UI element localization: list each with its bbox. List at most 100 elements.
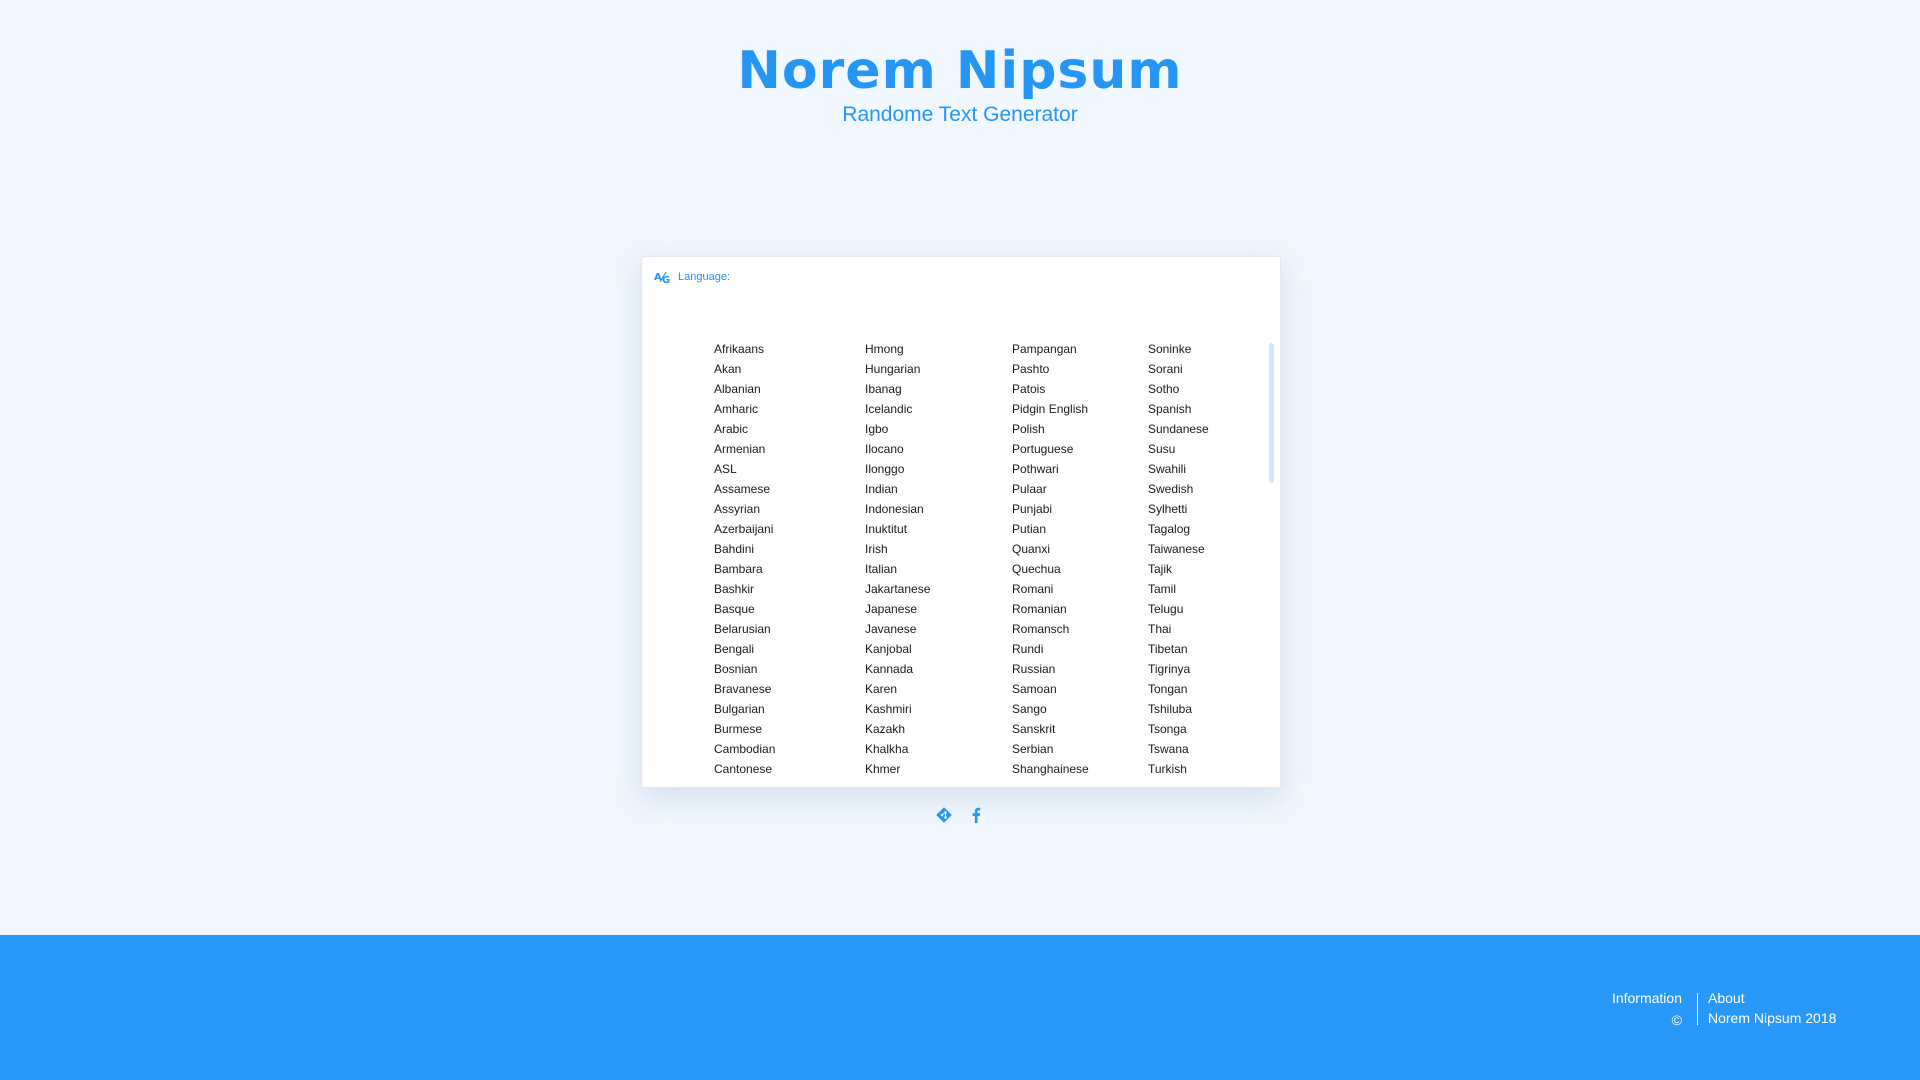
site-subtitle: Randome Text Generator xyxy=(842,103,1078,126)
language-option[interactable]: Italian xyxy=(865,559,930,579)
footer-left: Information © xyxy=(1612,988,1682,1030)
language-option[interactable]: Swahili xyxy=(1148,459,1209,479)
language-option[interactable]: Albanian xyxy=(714,379,775,399)
language-option[interactable]: Afrikaans xyxy=(714,339,775,359)
language-option[interactable]: Sundanese xyxy=(1148,419,1209,439)
language-option[interactable]: Cantonese xyxy=(714,759,775,779)
language-option[interactable]: Kannada xyxy=(865,659,930,679)
language-option[interactable]: Tajik xyxy=(1148,559,1209,579)
scrollbar-thumb[interactable] xyxy=(1269,343,1274,483)
language-column-4: Soninke Sorani Sotho Spanish Sundanese Susu Sw… xyxy=(1148,339,1209,779)
language-option[interactable]: Azerbaijani xyxy=(714,519,775,539)
language-option[interactable]: Bravanese xyxy=(714,679,775,699)
about-link[interactable]: About xyxy=(1708,988,1836,1008)
language-option[interactable]: Ilonggo xyxy=(865,459,930,479)
language-option[interactable]: Pashto xyxy=(1012,359,1089,379)
language-option[interactable]: Khmer xyxy=(865,759,930,779)
language-option[interactable]: Romanian xyxy=(1012,599,1089,619)
language-option[interactable]: Shanghainese xyxy=(1012,759,1089,779)
language-option[interactable]: Belarusian xyxy=(714,619,775,639)
translate-icon: A G xyxy=(654,270,672,286)
language-option[interactable]: Hmong xyxy=(865,339,930,359)
language-option[interactable]: Tongan xyxy=(1148,679,1209,699)
language-option[interactable]: Susu xyxy=(1148,439,1209,459)
language-option[interactable]: Inuktitut xyxy=(865,519,930,539)
language-option[interactable]: Tigrinya xyxy=(1148,659,1209,679)
language-option[interactable]: Ilocano xyxy=(865,439,930,459)
language-option[interactable]: Turkish xyxy=(1148,759,1209,779)
language-option[interactable]: Cambodian xyxy=(714,739,775,759)
language-option[interactable]: Bulgarian xyxy=(714,699,775,719)
language-option[interactable]: Khalkha xyxy=(865,739,930,759)
language-option[interactable]: Hungarian xyxy=(865,359,930,379)
language-option[interactable]: Quanxi xyxy=(1012,539,1089,559)
language-option[interactable]: Portuguese xyxy=(1012,439,1089,459)
language-option[interactable]: ASL xyxy=(714,459,775,479)
language-option[interactable]: Polish xyxy=(1012,419,1089,439)
language-option[interactable]: Assyrian xyxy=(714,499,775,519)
language-option[interactable]: Javanese xyxy=(865,619,930,639)
language-list[interactable]: Afrikaans Akan Albanian Amharic Arabic Armeni… xyxy=(714,339,1254,787)
language-option[interactable]: Sotho xyxy=(1148,379,1209,399)
language-option[interactable]: Pampangan xyxy=(1012,339,1089,359)
language-option[interactable]: Pothwari xyxy=(1012,459,1089,479)
language-option[interactable]: Igbo xyxy=(865,419,930,439)
language-option[interactable]: Swedish xyxy=(1148,479,1209,499)
language-option[interactable]: Burmese xyxy=(714,719,775,739)
language-option[interactable]: Bahdini xyxy=(714,539,775,559)
language-option[interactable]: Serbian xyxy=(1012,739,1089,759)
copyright-icon: © xyxy=(1671,1012,1682,1028)
language-option[interactable]: Tagalog xyxy=(1148,519,1209,539)
language-option[interactable]: Kashmiri xyxy=(865,699,930,719)
language-option[interactable]: Taiwanese xyxy=(1148,539,1209,559)
language-option[interactable]: Russian xyxy=(1012,659,1089,679)
language-option[interactable]: Pidgin English xyxy=(1012,399,1089,419)
language-option[interactable]: Indonesian xyxy=(865,499,930,519)
language-option[interactable]: Rundi xyxy=(1012,639,1089,659)
language-option[interactable]: Indian xyxy=(865,479,930,499)
language-option[interactable]: Arabic xyxy=(714,419,775,439)
language-option[interactable]: Tamil xyxy=(1148,579,1209,599)
language-option[interactable]: Putian xyxy=(1012,519,1089,539)
language-option[interactable]: Bashkir xyxy=(714,579,775,599)
language-option[interactable]: Bosnian xyxy=(714,659,775,679)
language-option[interactable]: Bambara xyxy=(714,559,775,579)
language-option[interactable]: Thai xyxy=(1148,619,1209,639)
language-option[interactable]: Sanskrit xyxy=(1012,719,1089,739)
language-option[interactable]: Tswana xyxy=(1148,739,1209,759)
language-option[interactable]: Sango xyxy=(1012,699,1089,719)
language-option[interactable]: Sylhetti xyxy=(1148,499,1209,519)
language-option[interactable]: Tibetan xyxy=(1148,639,1209,659)
site-title: Norem Nipsum xyxy=(737,41,1183,101)
information-link[interactable]: Information xyxy=(1612,988,1682,1008)
language-option[interactable]: Irish xyxy=(865,539,930,559)
language-option[interactable]: Kanjobal xyxy=(865,639,930,659)
language-option[interactable]: Karen xyxy=(865,679,930,699)
language-option[interactable]: Spanish xyxy=(1148,399,1209,419)
language-option[interactable]: Tsonga xyxy=(1148,719,1209,739)
facebook-icon[interactable] xyxy=(968,806,984,824)
language-option[interactable]: Japanese xyxy=(865,599,930,619)
language-option[interactable]: Basque xyxy=(714,599,775,619)
language-option[interactable]: Tshiluba xyxy=(1148,699,1209,719)
language-option[interactable]: Romani xyxy=(1012,579,1089,599)
language-option[interactable]: Assamese xyxy=(714,479,775,499)
language-option[interactable]: Patois xyxy=(1012,379,1089,399)
language-option[interactable]: Icelandic xyxy=(865,399,930,419)
language-option[interactable]: Quechua xyxy=(1012,559,1089,579)
language-option[interactable]: Samoan xyxy=(1012,679,1089,699)
language-option[interactable]: Pulaar xyxy=(1012,479,1089,499)
language-option[interactable]: Kazakh xyxy=(865,719,930,739)
language-option[interactable]: Sorani xyxy=(1148,359,1209,379)
language-option[interactable]: Punjabi xyxy=(1012,499,1089,519)
language-option[interactable]: Bengali xyxy=(714,639,775,659)
language-option[interactable]: Soninke xyxy=(1148,339,1209,359)
language-option[interactable]: Akan xyxy=(714,359,775,379)
language-option[interactable]: Jakartanese xyxy=(865,579,930,599)
language-option[interactable]: Armenian xyxy=(714,439,775,459)
language-option[interactable]: Amharic xyxy=(714,399,775,419)
git-icon[interactable] xyxy=(936,806,952,824)
language-option[interactable]: Ibanag xyxy=(865,379,930,399)
language-option[interactable]: Telugu xyxy=(1148,599,1209,619)
language-option[interactable]: Romansch xyxy=(1012,619,1089,639)
